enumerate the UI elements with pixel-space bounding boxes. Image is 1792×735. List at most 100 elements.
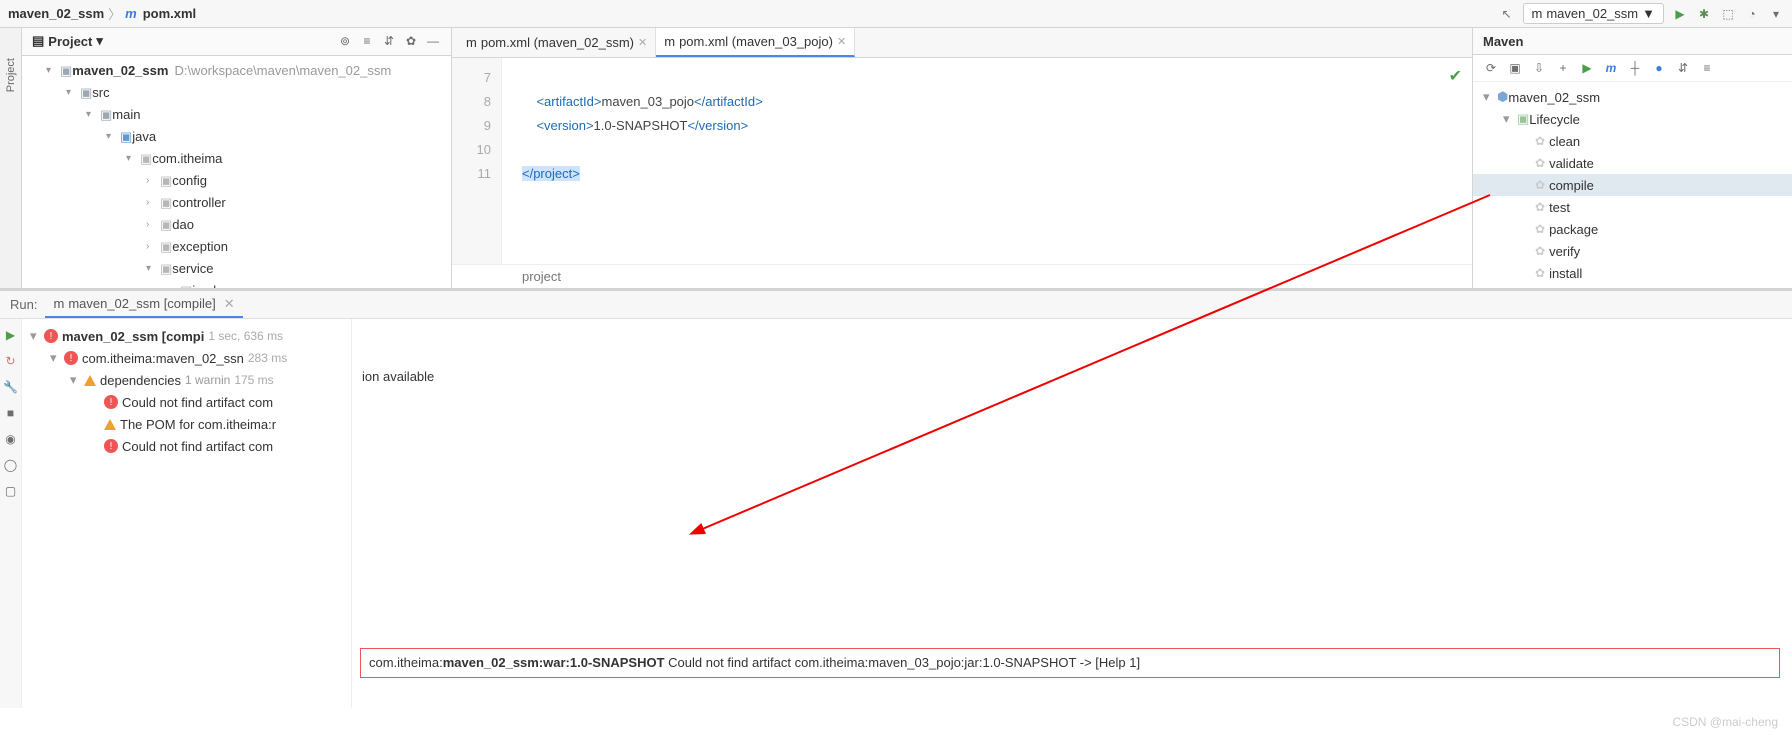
error-icon: ! [64, 351, 78, 365]
breadcrumb-file[interactable]: pom.xml [143, 6, 196, 21]
watermark: CSDN @mai-cheng [1672, 715, 1778, 729]
project-stripe-label[interactable]: Project [5, 58, 17, 92]
dropdown-icon: ▾ [96, 33, 103, 49]
goal-validate[interactable]: validate [1549, 156, 1594, 171]
layout-icon[interactable]: ▢ [3, 483, 19, 499]
console-fragment: ion available [362, 369, 1782, 384]
tree-main[interactable]: main [112, 107, 140, 122]
camera-icon[interactable]: ◯ [3, 457, 19, 473]
collapse-icon[interactable]: ⇵ [381, 33, 397, 49]
offline-icon[interactable]: ● [1651, 60, 1667, 76]
run-tab[interactable]: mmaven_02_ssm [compile]✕ [45, 291, 242, 318]
debug-icon[interactable]: ✱ [1696, 6, 1712, 22]
expand-all-icon[interactable]: ⇵ [1675, 60, 1691, 76]
dropdown-icon: ▼ [1642, 6, 1655, 21]
left-stripe: Project [0, 28, 22, 288]
reload-icon[interactable]: ⟳ [1483, 60, 1499, 76]
run-config-label: maven_02_ssm [1546, 6, 1638, 21]
goal-install[interactable]: install [1549, 266, 1582, 281]
code-line-11: </project> [522, 162, 763, 186]
maven-file-icon: m [125, 6, 137, 21]
tab-pom-ssm[interactable]: mpom.xml (maven_02_ssm)✕ [458, 28, 656, 57]
close-icon[interactable]: ✕ [638, 36, 647, 49]
tree-pkg[interactable]: com.itheima [152, 151, 222, 166]
locate-icon[interactable]: ⊚ [337, 33, 353, 49]
tree-impl[interactable]: impl [192, 283, 216, 288]
warning-icon [104, 419, 116, 430]
run-icon[interactable]: ▶ [1672, 6, 1688, 22]
code-line-9: <version>1.0-SNAPSHOT</version> [522, 114, 763, 138]
run-toolbar: ▶ ↻ 🔧 ■ ◉ ◯ ▢ [0, 319, 22, 708]
run-deps[interactable]: dependencies [100, 373, 181, 388]
breadcrumb: maven_02_ssm 〉 m pom.xml [8, 4, 196, 23]
tree-config[interactable]: config [172, 173, 207, 188]
rerun-icon[interactable]: ▶ [3, 327, 19, 343]
validation-ok-icon: ✔ [1449, 66, 1462, 86]
profile-icon[interactable]: ◔ [1744, 6, 1760, 22]
goal-verify[interactable]: verify [1549, 244, 1580, 259]
editor-breadcrumb[interactable]: project [452, 264, 1472, 288]
error-highlight-box: com.itheima:maven_02_ssm:war:1.0-SNAPSHO… [360, 648, 1780, 678]
maven-lifecycle[interactable]: Lifecycle [1529, 112, 1580, 127]
run-sub[interactable]: com.itheima:maven_02_ssn [82, 351, 244, 366]
breadcrumb-root[interactable]: maven_02_ssm [8, 6, 104, 21]
tree-dao[interactable]: dao [172, 217, 194, 232]
run-item-0[interactable]: Could not find artifact com [122, 395, 273, 410]
code-editor[interactable]: ✔ 7891011 <artifactId>maven_03_pojo</art… [452, 58, 1472, 264]
run-root[interactable]: maven_02_ssm [compi [62, 329, 204, 344]
error-icon: ! [44, 329, 58, 343]
project-tree[interactable]: ▾▣ maven_02_ssmD:\workspace\maven\maven_… [22, 56, 451, 288]
tree-src[interactable]: src [92, 85, 109, 100]
tree-controller[interactable]: controller [172, 195, 225, 210]
run-config-selector[interactable]: m maven_02_ssm ▼ [1523, 3, 1665, 24]
editor-area: mpom.xml (maven_02_ssm)✕ mpom.xml (maven… [452, 28, 1472, 288]
stop-icon[interactable]: ■ [3, 405, 19, 421]
add-icon[interactable]: + [1555, 60, 1571, 76]
tree-service[interactable]: service [172, 261, 213, 276]
tab-pom-pojo[interactable]: mpom.xml (maven_03_pojo)✕ [656, 28, 855, 57]
settings-icon[interactable]: ✿ [403, 33, 419, 49]
goal-compile[interactable]: compile [1549, 178, 1594, 193]
toggle-icon[interactable]: ┼ [1627, 60, 1643, 76]
download-icon[interactable]: ⇩ [1531, 60, 1547, 76]
project-panel-title[interactable]: ▤ Project ▾ [32, 33, 103, 49]
maven-root[interactable]: maven_02_ssm [1508, 90, 1600, 105]
tree-exception[interactable]: exception [172, 239, 228, 254]
line-gutter: 7891011 [452, 58, 502, 264]
goal-test[interactable]: test [1549, 200, 1570, 215]
expand-icon[interactable]: ≡ [359, 33, 375, 49]
wrench-icon[interactable]: 🔧 [3, 379, 19, 395]
run-item-2[interactable]: Could not find artifact com [122, 439, 273, 454]
build-icon[interactable]: ↖ [1499, 6, 1515, 22]
project-root[interactable]: maven_02_ssm [72, 63, 168, 78]
view-icon[interactable]: ◉ [3, 431, 19, 447]
project-panel: ▤ Project ▾ ⊚ ≡ ⇵ ✿ — ▾▣ maven_02_ssmD:\… [22, 28, 452, 288]
console-output[interactable]: ion available com.itheima:maven_02_ssm:w… [352, 319, 1792, 708]
close-icon[interactable]: ✕ [837, 35, 846, 48]
maven-panel: Maven ⟳ ▣ ⇩ + ▶ m ┼ ● ⇵ ≡ ▾⬢ maven_02_ss… [1472, 28, 1792, 288]
tree-java[interactable]: java [132, 129, 156, 144]
editor-tabs: mpom.xml (maven_02_ssm)✕ mpom.xml (maven… [452, 28, 1472, 58]
maven-config-icon: m [1532, 6, 1543, 21]
goal-package[interactable]: package [1549, 222, 1598, 237]
run-panel: Run: mmaven_02_ssm [compile]✕ ▶ ↻ 🔧 ■ ◉ … [0, 288, 1792, 708]
goal-clean[interactable]: clean [1549, 134, 1580, 149]
coverage-icon[interactable]: ⬚ [1720, 6, 1736, 22]
navigation-bar: maven_02_ssm 〉 m pom.xml ↖ m maven_02_ss… [0, 0, 1792, 28]
hide-icon[interactable]: — [425, 33, 441, 49]
close-icon[interactable]: ✕ [224, 296, 235, 312]
run-goal-icon[interactable]: ▶ [1579, 60, 1595, 76]
run-result-tree[interactable]: ▾!maven_02_ssm [compi1 sec, 636 ms ▾!com… [22, 319, 352, 708]
more-icon[interactable]: ▾ [1768, 6, 1784, 22]
rerun-failed-icon[interactable]: ↻ [3, 353, 19, 369]
run-title: Run: [10, 297, 37, 312]
warning-icon [84, 375, 96, 386]
maven-tree[interactable]: ▾⬢ maven_02_ssm ▾▣ Lifecycle ✿clean ✿val… [1473, 82, 1792, 288]
run-item-1[interactable]: The POM for com.itheima:r [120, 417, 276, 432]
generate-icon[interactable]: ▣ [1507, 60, 1523, 76]
maven-toolbar: ⟳ ▣ ⇩ + ▶ m ┼ ● ⇵ ≡ [1473, 55, 1792, 82]
code-line-8: <artifactId>maven_03_pojo</artifactId> [522, 90, 763, 114]
collapse-all-icon[interactable]: ≡ [1699, 60, 1715, 76]
error-icon: ! [104, 439, 118, 453]
execute-icon[interactable]: m [1603, 60, 1619, 76]
